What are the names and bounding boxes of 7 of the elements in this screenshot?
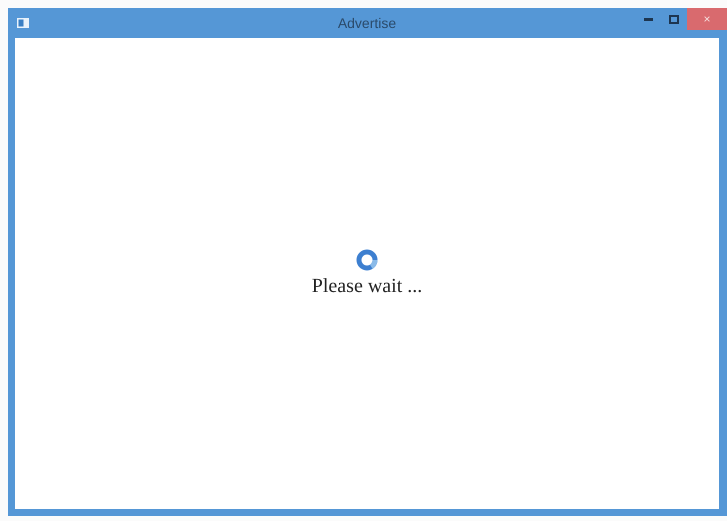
loading-spinner-icon [356, 248, 378, 270]
window-icon [17, 18, 29, 28]
close-button[interactable]: × [687, 8, 727, 30]
maximize-icon [669, 14, 679, 24]
minimize-icon [644, 18, 652, 20]
window-title: Advertise [338, 15, 396, 31]
loading-message: Please wait ... [312, 274, 422, 298]
